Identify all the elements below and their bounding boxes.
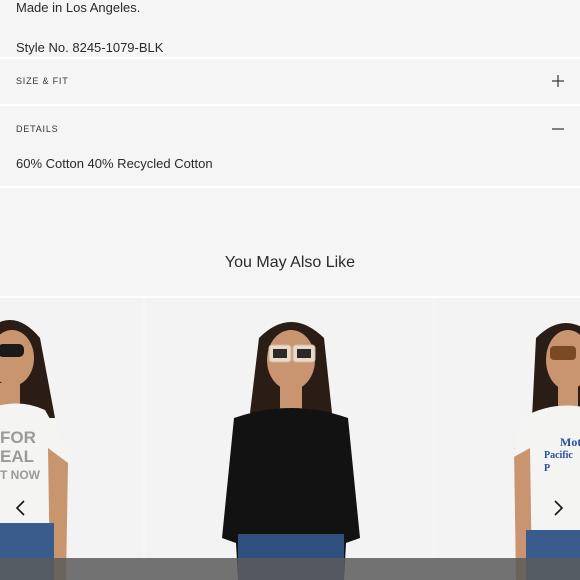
print-line: Mot [560,435,580,449]
you-may-also-like-heading: You May Also Like [224,254,356,271]
product-card-center[interactable] [146,298,432,580]
details-accordion-header[interactable]: DETAILS [0,106,580,152]
size-fit-label: SIZE & FIT [16,76,69,86]
print-line: EAL [0,447,34,466]
print-line: FOR [0,428,36,447]
plus-icon [552,75,564,87]
product-card-left[interactable]: FOR EAL T NOW [0,298,142,580]
shirt-print-right: Mot Pacific P [544,436,580,475]
bottom-overlay-bar [0,558,580,580]
product-card-right[interactable]: Mot Pacific P [436,298,580,580]
chevron-left-icon[interactable] [9,496,33,520]
print-line: T NOW [0,468,40,482]
details-content: 60% Cotton 40% Recycled Cotton [16,156,213,171]
shirt-print-left: FOR EAL T NOW [0,428,40,485]
minus-icon [552,128,564,130]
print-line: Pacific P [544,450,573,474]
details-label: DETAILS [16,124,59,134]
style-number: Style No. 8245-1079-BLK [16,40,164,55]
divider [0,186,580,188]
made-in-text: Made in Los Angeles. [16,0,141,15]
size-fit-accordion-header[interactable]: SIZE & FIT [0,58,580,104]
chevron-right-icon[interactable] [546,496,570,520]
product-image-center [222,322,360,580]
